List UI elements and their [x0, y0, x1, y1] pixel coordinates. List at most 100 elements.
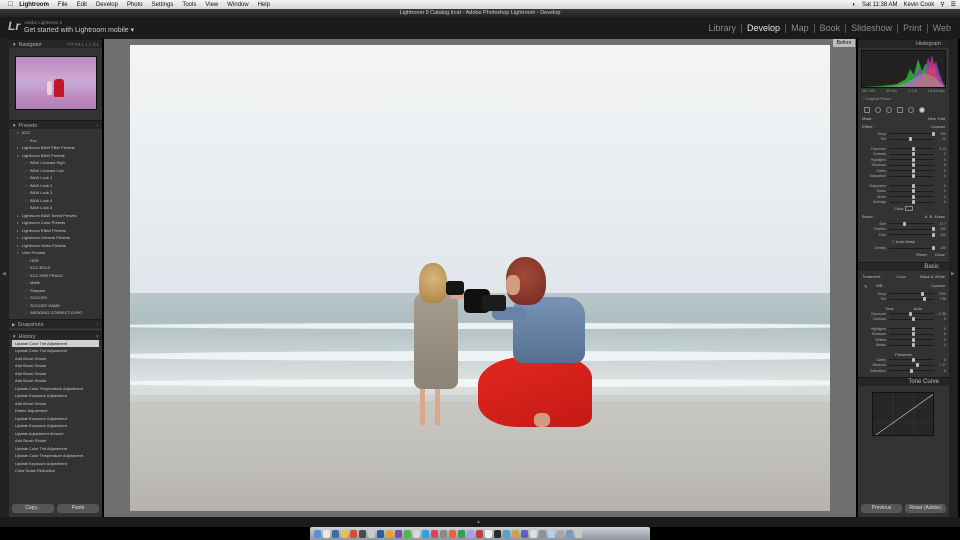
- slider-knob[interactable]: [911, 174, 915, 179]
- history-item[interactable]: Add Brush Stroke: [12, 400, 99, 408]
- dock-app-icon[interactable]: [476, 529, 483, 538]
- slider-knob[interactable]: [911, 357, 915, 362]
- preset-item[interactable]: □ HDR: [9, 257, 102, 265]
- slider-track[interactable]: [889, 163, 934, 168]
- right-edge-strip[interactable]: ▶: [949, 39, 958, 517]
- dock-app-icon[interactable]: [413, 529, 420, 538]
- preset-item[interactable]: ▾ KCC: [9, 129, 102, 137]
- left-edge-strip[interactable]: ◀: [0, 39, 9, 517]
- slider-knob[interactable]: [911, 168, 915, 173]
- slider-track[interactable]: [889, 137, 934, 142]
- slider-value[interactable]: 0: [934, 332, 946, 336]
- treatment-bw-button[interactable]: Black & White: [920, 274, 945, 279]
- slider-track[interactable]: [889, 221, 934, 226]
- dock-app-icon[interactable]: [539, 529, 546, 538]
- slider-knob[interactable]: [911, 326, 915, 331]
- image-view[interactable]: [104, 39, 856, 517]
- slider-value[interactable]: 0: [934, 338, 946, 342]
- slider-track[interactable]: [889, 168, 934, 173]
- slider-track[interactable]: [889, 157, 934, 162]
- slider-track[interactable]: [889, 246, 935, 251]
- slider-value[interactable]: 0: [934, 200, 946, 204]
- slider-value[interactable]: 0.13: [934, 147, 946, 151]
- history-item[interactable]: Add Brush Stroke: [12, 437, 99, 445]
- preset-item[interactable]: □ B&W Look 2: [9, 182, 102, 190]
- preset-item[interactable]: □ B&W Look 1: [9, 174, 102, 182]
- preset-item[interactable]: □ B&W Look 3: [9, 189, 102, 197]
- slider-knob[interactable]: [920, 291, 924, 296]
- user-name[interactable]: Kevin Cook: [904, 2, 935, 8]
- menu-lightroom[interactable]: Lightroom: [19, 2, 49, 8]
- slider-knob[interactable]: [911, 163, 915, 168]
- slider-knob[interactable]: [911, 183, 915, 188]
- preset-item[interactable]: □ Sharpen: [9, 287, 102, 295]
- history-item[interactable]: Add Brush Stroke: [12, 370, 99, 378]
- history-item[interactable]: Delete Adjustment: [12, 407, 99, 415]
- dock-app-icon[interactable]: [377, 529, 384, 538]
- slider-track[interactable]: [889, 368, 934, 373]
- dock-app-icon[interactable]: [548, 529, 555, 538]
- slider-value[interactable]: + 17: [934, 363, 946, 367]
- slider-track[interactable]: [889, 227, 935, 232]
- dock-app-icon[interactable]: [467, 529, 474, 538]
- basic-header[interactable]: Basic: [858, 262, 949, 271]
- treatment-color-button[interactable]: Color: [896, 274, 906, 279]
- dock-app-icon[interactable]: [485, 529, 492, 538]
- preset-item[interactable]: □ WEDDING CORRECT EXPO: [9, 309, 102, 317]
- module-develop[interactable]: Develop: [741, 24, 785, 33]
- slider-knob[interactable]: [911, 317, 915, 322]
- slider-value[interactable]: 0: [934, 195, 946, 199]
- history-item[interactable]: Update Exposure Adjustment: [12, 422, 99, 430]
- preset-item[interactable]: ▸ Lightroom B&W Filter Presets: [9, 144, 102, 152]
- dock-app-icon[interactable]: [494, 529, 501, 538]
- slider-value[interactable]: - 12: [934, 137, 946, 141]
- slider-value[interactable]: 0: [934, 152, 946, 156]
- history-item[interactable]: Update Color Tint Adjustment: [12, 347, 99, 355]
- history-item[interactable]: Color Noise Reduction: [12, 467, 99, 475]
- clear-history-icon[interactable]: ✕: [95, 332, 99, 341]
- slider-value[interactable]: 0: [934, 327, 946, 331]
- menu-file[interactable]: File: [58, 2, 68, 8]
- dock-app-icon[interactable]: [521, 529, 528, 538]
- slider-value[interactable]: - 0.35: [934, 312, 946, 316]
- wb-select[interactable]: Custom: [931, 283, 945, 288]
- menu-tools[interactable]: Tools: [182, 2, 196, 8]
- slider-knob[interactable]: [911, 343, 915, 348]
- menu-window[interactable]: Window: [227, 2, 248, 8]
- dock-app-icon[interactable]: [350, 529, 357, 538]
- spotlight-icon[interactable]: ⚲: [940, 1, 944, 8]
- copy-button[interactable]: Copy...: [12, 504, 54, 513]
- menu-photo[interactable]: Photo: [127, 2, 143, 8]
- menu-view[interactable]: View: [205, 2, 218, 8]
- history-item[interactable]: Update Exposure Adjustment: [12, 460, 99, 468]
- preset-item[interactable]: □ KCC HDR FRAUD: [9, 272, 102, 280]
- red-eye-icon[interactable]: [886, 107, 892, 113]
- dock-app-icon[interactable]: [530, 529, 537, 538]
- preset-item[interactable]: ▾ User Presets: [9, 249, 102, 257]
- slider-track[interactable]: [889, 363, 934, 368]
- tone-curve-graph[interactable]: [872, 391, 934, 436]
- slider-track[interactable]: [889, 152, 934, 157]
- preset-item[interactable]: □ KCC BOLD: [9, 264, 102, 272]
- wifi-icon[interactable]: ◐: [852, 2, 856, 8]
- dock-app-icon[interactable]: [575, 529, 582, 538]
- navigator-header[interactable]: ▼ Navigator FIT FILL 1:1 3:1: [9, 39, 102, 48]
- slider-value[interactable]: 100: [934, 132, 946, 136]
- dock-app-icon[interactable]: [566, 529, 573, 538]
- slider-track[interactable]: [889, 232, 935, 237]
- slider-value[interactable]: 0: [934, 184, 946, 188]
- slider-track[interactable]: [889, 337, 934, 342]
- dock-app-icon[interactable]: [359, 529, 366, 538]
- dock-app-icon[interactable]: [386, 529, 393, 538]
- dock-app-icon[interactable]: [395, 529, 402, 538]
- slider-track[interactable]: [889, 317, 934, 322]
- history-item[interactable]: Update Exposure Adjustment: [12, 392, 99, 400]
- slider-knob[interactable]: [909, 137, 913, 142]
- tone-auto-button[interactable]: Auto: [914, 306, 922, 311]
- history-item[interactable]: Add Brush Stroke: [12, 362, 99, 370]
- preset-item[interactable]: □ B&W Look 5: [9, 204, 102, 212]
- slider-value[interactable]: 100: [934, 233, 946, 237]
- wb-eyedropper-icon[interactable]: ✎: [864, 284, 867, 289]
- dock-app-icon[interactable]: [422, 529, 429, 538]
- graduated-filter-icon[interactable]: [897, 107, 903, 113]
